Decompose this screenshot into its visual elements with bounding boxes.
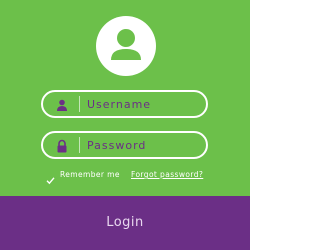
- password-field[interactable]: [41, 131, 208, 159]
- lock-icon: [55, 138, 69, 153]
- field-divider: [79, 137, 80, 153]
- remember-me-checkbox[interactable]: [46, 170, 55, 185]
- login-options: Remember me Forgot password?: [46, 169, 216, 185]
- user-icon: [55, 97, 69, 111]
- password-input[interactable]: [87, 133, 199, 157]
- forgot-password-link[interactable]: Forgot password?: [131, 169, 203, 181]
- username-field[interactable]: [41, 90, 208, 118]
- login-panel: Remember me Forgot password?: [0, 0, 250, 196]
- login-button[interactable]: Login: [0, 196, 250, 250]
- checkmark-icon: [46, 177, 55, 185]
- remember-me-label[interactable]: Remember me: [60, 169, 120, 181]
- avatar: [96, 16, 156, 76]
- username-input[interactable]: [87, 92, 199, 116]
- field-divider: [79, 96, 80, 112]
- user-icon: [111, 29, 141, 60]
